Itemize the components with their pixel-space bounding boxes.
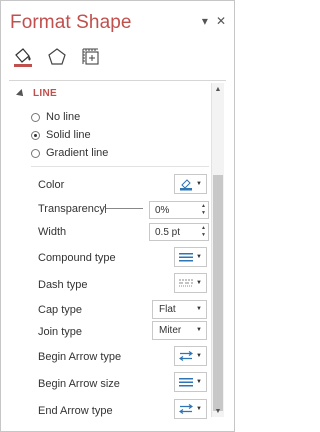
chevron-down-icon: ▼ xyxy=(196,280,202,286)
radio-circle-icon xyxy=(31,112,40,122)
spinner-arrows-icon[interactable]: ▲ ▼ xyxy=(201,203,206,217)
format-shape-pane: Format Shape ▾ ✕ LINE No line Solid line… xyxy=(0,0,235,432)
effects-pentagon-icon[interactable] xyxy=(45,45,69,69)
dash-type-button[interactable]: ▼ xyxy=(174,273,207,293)
tabs-separator xyxy=(9,80,226,81)
join-type-value: Miter xyxy=(159,325,182,336)
width-spinbox[interactable]: 0.5 pt ▲ ▼ xyxy=(149,223,209,241)
begin-arrow-type-button[interactable]: ▼ xyxy=(174,346,207,366)
compound-lines-icon xyxy=(179,253,194,262)
scroll-up-icon[interactable]: ▲ xyxy=(212,83,224,95)
end-arrow-type-label: End Arrow type xyxy=(38,405,113,417)
begin-arrow-size-button[interactable]: ▼ xyxy=(174,372,207,392)
width-label: Width xyxy=(38,226,67,238)
chevron-down-icon: ▼ xyxy=(196,353,202,359)
color-button[interactable]: ▼ xyxy=(174,174,207,194)
radio-circle-selected-icon xyxy=(31,130,40,140)
spinner-arrows-icon[interactable]: ▲ ▼ xyxy=(201,225,206,239)
pane-title: Format Shape xyxy=(10,12,132,33)
radio-circle-icon xyxy=(31,148,40,158)
radio-solid-line[interactable]: Solid line xyxy=(31,129,91,141)
scroll-down-icon[interactable]: ▼ xyxy=(212,405,224,417)
cap-type-value: Flat xyxy=(159,304,176,315)
join-type-label: Join type xyxy=(38,326,83,338)
compound-type-label: Compound type xyxy=(38,252,116,264)
category-tabs xyxy=(11,45,103,69)
transparency-spinbox[interactable]: 0% ▲ ▼ xyxy=(149,201,209,219)
radio-label: Gradient line xyxy=(46,147,109,159)
begin-arrow-size-label: Begin Arrow size xyxy=(38,378,120,390)
pen-color-icon xyxy=(180,179,193,191)
compound-type-button[interactable]: ▼ xyxy=(174,247,207,267)
vertical-scrollbar[interactable]: ▲ ▼ xyxy=(211,83,224,417)
arrows-icon xyxy=(179,351,194,361)
collapse-triangle-icon xyxy=(16,88,26,99)
arrow-size-icon xyxy=(179,378,194,387)
fill-line-icon[interactable] xyxy=(11,45,35,69)
radio-label: No line xyxy=(46,111,81,123)
chevron-down-icon: ▼ xyxy=(196,327,202,333)
title-buttons: ▾ ✕ xyxy=(202,15,226,27)
dash-type-label: Dash type xyxy=(38,279,88,291)
radio-no-line[interactable]: No line xyxy=(31,111,80,123)
chevron-down-icon: ▼ xyxy=(196,379,202,385)
chevron-down-icon: ▼ xyxy=(196,181,202,187)
section-divider xyxy=(31,166,209,167)
scrollbar-thumb[interactable] xyxy=(213,175,223,411)
transparency-slider[interactable] xyxy=(105,204,143,213)
size-properties-icon[interactable] xyxy=(79,45,103,69)
close-icon[interactable]: ✕ xyxy=(216,15,226,27)
chevron-down-icon: ▼ xyxy=(196,406,202,412)
chevron-down-icon: ▼ xyxy=(196,306,202,312)
width-value: 0.5 pt xyxy=(155,226,181,238)
arrows-icon xyxy=(179,404,194,414)
radio-gradient-line[interactable]: Gradient line xyxy=(31,147,108,159)
transparency-value: 0% xyxy=(155,204,170,216)
chevron-down-icon: ▼ xyxy=(196,254,202,260)
radio-label: Solid line xyxy=(46,129,91,141)
end-arrow-type-button[interactable]: ▼ xyxy=(174,399,207,419)
transparency-label: Transparency xyxy=(38,203,105,215)
join-type-select[interactable]: Miter ▼ xyxy=(152,321,207,340)
color-label: Color xyxy=(38,179,65,191)
begin-arrow-type-label: Begin Arrow type xyxy=(38,351,122,363)
pane-options-dropdown-icon[interactable]: ▾ xyxy=(202,15,208,27)
cap-type-label: Cap type xyxy=(38,304,83,316)
section-label: LINE xyxy=(33,88,57,99)
dash-lines-icon xyxy=(179,279,194,287)
cap-type-select[interactable]: Flat ▼ xyxy=(152,300,207,319)
line-section-header[interactable]: LINE xyxy=(16,88,57,99)
